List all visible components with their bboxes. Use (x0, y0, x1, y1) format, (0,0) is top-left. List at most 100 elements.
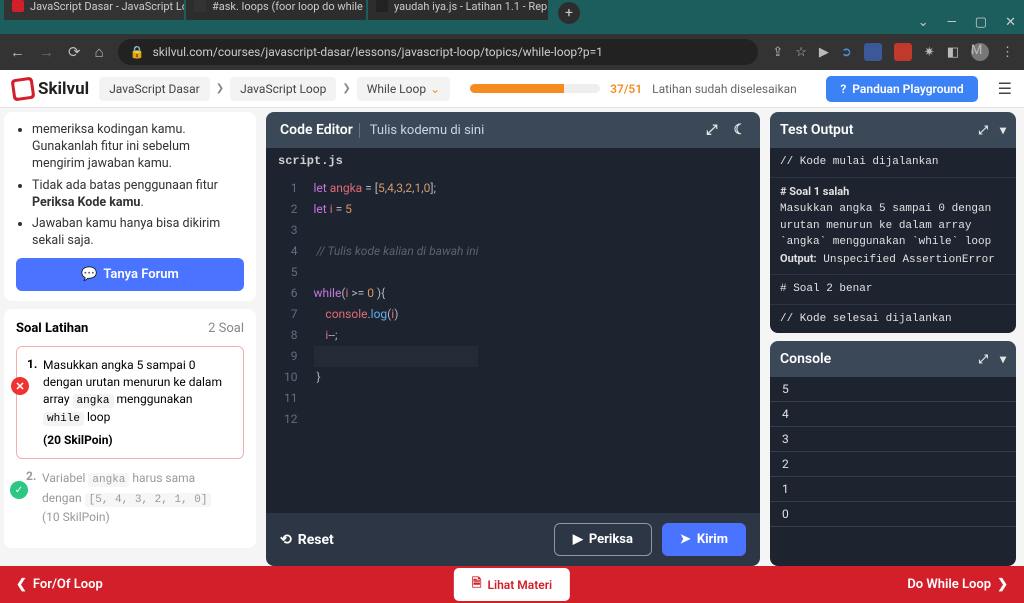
forum-button[interactable]: 💬 Tanya Forum (16, 258, 244, 291)
browser-tab-1[interactable]: #ask. loops (foor loop do while l × (186, 0, 366, 20)
profile-icon[interactable]: M (971, 43, 989, 61)
instructions-panel: memeriksa kodingan kamu. Gunakanlah fitu… (4, 112, 256, 566)
progress-bar (470, 84, 600, 93)
refresh-icon: ⟲ (280, 532, 292, 548)
code-lines[interactable]: let angka = [5,4,3,2,1,0]; let i = 5 // … (310, 174, 483, 513)
test-output-line: // Kode selesai dijalankan (770, 305, 1016, 334)
tips-card: memeriksa kodingan kamu. Gunakanlah fitu… (4, 112, 256, 301)
reset-button[interactable]: ⟲ Reset (280, 532, 334, 548)
panduan-button[interactable]: ? Panduan Playground (826, 76, 977, 102)
play-icon: ▶ (573, 532, 583, 547)
url-input[interactable]: 🔒 skilvul.com/courses/javascript-dasar/l… (118, 39, 759, 65)
check-icon: ✓ (10, 481, 28, 499)
bottom-nav: ❮ For/Of Loop 🗎 Lihat Materi Do While Lo… (0, 566, 1024, 603)
chevron-left-icon: ❮ (16, 577, 27, 592)
favicon-icon (12, 0, 24, 12)
lihat-materi-button[interactable]: 🗎 Lihat Materi (454, 568, 570, 601)
new-tab-button[interactable]: + (558, 2, 580, 24)
favicon-icon (376, 0, 388, 12)
breadcrumb-item[interactable]: JavaScript Dasar (99, 77, 210, 101)
ext-icon[interactable]: ➲ (841, 45, 852, 60)
editor-footer: ⟲ Reset ▶ Periksa ➤ Kirim (266, 513, 760, 566)
send-icon: ➤ (680, 532, 691, 547)
soal-count: 2 Soal (208, 321, 244, 336)
chat-icon: 💬 (81, 267, 97, 282)
editor-subtitle: Tulis kodemu di sini (359, 123, 485, 138)
hamburger-icon[interactable]: ☰ (998, 79, 1012, 98)
chevron-down-icon[interactable]: ▾ (1000, 123, 1006, 138)
minimize-icon[interactable]: — (947, 15, 957, 30)
ext-icon[interactable] (894, 43, 912, 61)
close-window-icon[interactable]: ✕ (1005, 15, 1016, 30)
console-body: 5 4 3 2 1 0 (770, 377, 1016, 566)
tip-item: memeriksa kodingan kamu. Gunakanlah fitu… (32, 122, 244, 173)
file-tab[interactable]: script.js (266, 148, 760, 174)
star-icon[interactable]: ☆ (795, 45, 807, 60)
browser-tab-2[interactable]: yaudah iya.js - Latihan 1.1 - Rep × (368, 0, 548, 20)
chevron-right-icon: ❯ (997, 577, 1008, 592)
breadcrumb: JavaScript Dasar ❯ JavaScript Loop ❯ Whi… (99, 77, 450, 101)
test-output-line: // Kode mulai dijalankan (770, 148, 1016, 178)
breadcrumb-item[interactable]: JavaScript Loop (230, 77, 336, 101)
error-icon: ✕ (11, 377, 29, 395)
line-icon[interactable]: ⌄ (918, 15, 929, 30)
soal-item-2: ✓ 2. Variabel angka harus sama dengan [5… (16, 469, 244, 536)
ext-icon[interactable] (864, 43, 882, 61)
menu-icon[interactable]: ⋮ (1001, 45, 1014, 60)
code-area[interactable]: 123456789101112 let angka = [5,4,3,2,1,0… (266, 174, 760, 513)
kirim-button[interactable]: ➤ Kirim (662, 523, 746, 556)
progress-label: Latihan sudah diselesaikan (652, 82, 797, 96)
logo-icon (11, 76, 36, 101)
lock-icon: 🔒 (130, 45, 145, 59)
share-icon[interactable]: ⇪ (772, 45, 783, 60)
test-output-line: # Soal 2 benar (770, 275, 1016, 305)
prev-lesson-button[interactable]: ❮ For/Of Loop (16, 577, 103, 592)
chevron-right-icon: ❯ (216, 83, 224, 94)
ext-icon[interactable]: ◧ (947, 45, 959, 60)
tab-title: #ask. loops (foor loop do while l (212, 0, 366, 13)
chevron-down-icon: ⌄ (430, 82, 440, 96)
expand-icon[interactable]: ⤢ (978, 123, 988, 138)
ext-icon[interactable]: ▶ (819, 45, 829, 60)
tab-title: yaudah iya.js - Latihan 1.1 - Rep (394, 0, 547, 13)
extensions-icon[interactable]: ✷ (924, 45, 935, 60)
back-icon[interactable]: ← (10, 43, 25, 61)
chevron-down-icon[interactable]: ▾ (1000, 352, 1006, 367)
tab-bar: JavaScript Dasar - JavaScript Loo × #ask… (0, 20, 1024, 34)
code-editor-panel: Code Editor Tulis kodemu di sini ⤢ ☾ scr… (266, 112, 760, 566)
chevron-right-icon: ❯ (342, 83, 350, 94)
reload-icon[interactable]: ⟳ (68, 43, 81, 61)
soal-title: Soal Latihan (16, 321, 88, 336)
editor-title: Code Editor (280, 122, 353, 138)
home-icon[interactable]: ⌂ (95, 43, 104, 61)
browser-tab-0[interactable]: JavaScript Dasar - JavaScript Loo × (4, 0, 184, 20)
test-output-line: # Soal 1 salah Masukkan angka 5 sampai 0… (770, 178, 1016, 276)
document-icon: 🗎 (472, 574, 482, 595)
expand-icon[interactable]: ⤢ (978, 352, 988, 367)
console-line: 4 (770, 402, 1016, 427)
help-icon: ? (840, 82, 846, 96)
next-lesson-button[interactable]: Do While Loop ❯ (907, 577, 1008, 592)
site-header: Skilvul JavaScript Dasar ❯ JavaScript Lo… (0, 70, 1024, 108)
tip-item: Jawaban kamu hanya bisa dikirim sekali s… (32, 216, 244, 250)
console-line: 3 (770, 427, 1016, 452)
periksa-button[interactable]: ▶ Periksa (554, 523, 652, 556)
logo-text: Skilvul (38, 79, 89, 99)
theme-icon[interactable]: ☾ (733, 122, 746, 138)
tip-item: Tidak ada batas penggunaan fitur Periksa… (32, 178, 244, 212)
console-line: 5 (770, 377, 1016, 402)
breadcrumb-item-dropdown[interactable]: While Loop ⌄ (357, 77, 450, 101)
console-header: Console ⤢ ▾ (770, 341, 1016, 377)
forward-icon[interactable]: → (39, 43, 54, 61)
expand-icon[interactable]: ⤢ (706, 122, 717, 138)
logo[interactable]: Skilvul (12, 78, 89, 100)
line-gutter: 123456789101112 (266, 174, 310, 513)
soal-item-1: ✕ 1. Masukkan angka 5 sampai 0 dengan ur… (16, 346, 244, 459)
console-line: 2 (770, 452, 1016, 477)
console-line: 0 (770, 502, 1016, 527)
maximize-icon[interactable]: ▢ (975, 15, 987, 30)
tab-title: JavaScript Dasar - JavaScript Loo (30, 0, 184, 13)
test-output-header: Test Output ⤢ ▾ (770, 112, 1016, 148)
address-bar: ← → ⟳ ⌂ 🔒 skilvul.com/courses/javascript… (0, 34, 1024, 70)
output-panel: Test Output ⤢ ▾ // Kode mulai dijalankan… (770, 112, 1016, 566)
